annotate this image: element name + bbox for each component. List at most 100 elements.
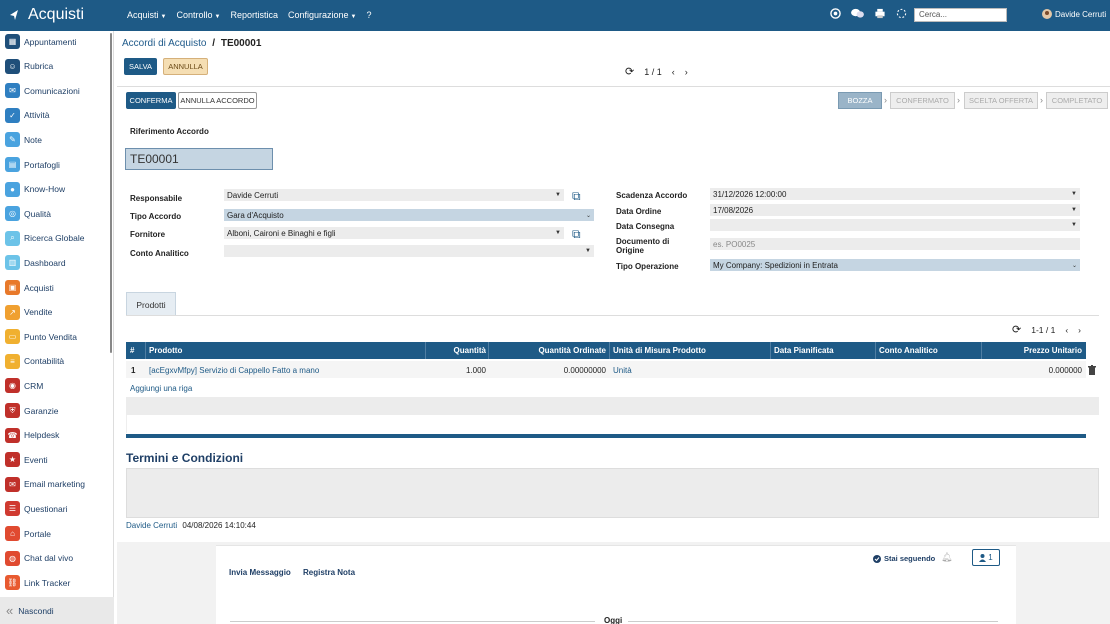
sidebar-item-know-how[interactable]: ● Know-How: [5, 181, 65, 197]
agreement-deadline-input[interactable]: 31/12/2026 12:00:00 ▼: [710, 188, 1080, 200]
lines-pager-value[interactable]: 1-1 / 1: [1031, 325, 1055, 335]
tab-products[interactable]: Prodotti: [126, 292, 176, 316]
pager-value[interactable]: 1 / 1: [644, 67, 662, 77]
col-quantity-ordered[interactable]: Quantità Ordinate: [538, 346, 606, 355]
top-menu-item[interactable]: Reportistica: [230, 10, 278, 20]
event-icon: ★: [5, 452, 20, 468]
followers-button[interactable]: 1: [972, 549, 1000, 566]
sidebar-item-eventi[interactable]: ★ Eventi: [5, 452, 48, 468]
ref-input[interactable]: TE00001: [125, 148, 273, 170]
confirm-button[interactable]: CONFERMA: [126, 92, 176, 109]
sidebar-item-acquisti[interactable]: ▣ Acquisti: [5, 280, 54, 295]
row-quantity[interactable]: 1.000: [466, 366, 486, 375]
col-number[interactable]: #: [130, 346, 134, 355]
sidebar-item-questionari[interactable]: ☰ Questionari: [5, 501, 68, 517]
status-completed[interactable]: COMPLETATO: [1046, 92, 1108, 109]
global-search-input[interactable]: Cerca...: [914, 8, 1007, 22]
chevron-right-icon[interactable]: ›: [1078, 325, 1081, 335]
save-button[interactable]: SALVA: [124, 58, 157, 75]
terms-textarea[interactable]: [126, 468, 1099, 518]
col-scheduled-date[interactable]: Data Pianificata: [774, 346, 834, 355]
sidebar-item-label: Questionari: [24, 503, 68, 514]
cancel-agreement-button[interactable]: ANNULLA ACCORDO: [178, 92, 257, 109]
user-menu[interactable]: Davide Cerruti: [1042, 9, 1106, 19]
top-menu-item[interactable]: ?: [366, 10, 371, 20]
caret-down-icon: ▼: [555, 230, 561, 236]
livechat-icon: ◍: [5, 550, 20, 566]
order-date-input[interactable]: 17/08/2026 ▼: [710, 204, 1080, 216]
add-line-link[interactable]: Aggiungi una riga: [130, 384, 192, 393]
sidebar-item-portale[interactable]: ⌂ Portale: [5, 526, 51, 541]
top-menu-item[interactable]: Controllo ▼: [176, 10, 220, 20]
print-icon[interactable]: [874, 8, 886, 19]
external-link-icon[interactable]: ⧉: [572, 227, 581, 242]
discard-button[interactable]: ANNULLA: [163, 58, 208, 75]
app-switcher[interactable]: Acquisti: [8, 6, 84, 24]
activity-spinner-icon[interactable]: [896, 8, 907, 19]
top-menu-item[interactable]: Configurazione ▼: [288, 10, 357, 20]
delivery-date-input[interactable]: ▼: [710, 219, 1080, 231]
col-product[interactable]: Prodotto: [149, 346, 182, 355]
agreement-type-select[interactable]: Gara d'Acquisto ⌄: [224, 209, 594, 221]
sidebar-item-dashboard[interactable]: ▥ Dashboard: [5, 255, 66, 271]
chevron-left-icon[interactable]: ‹: [672, 67, 675, 77]
origin-document-input[interactable]: es. PO0025: [710, 238, 1080, 250]
status-draft[interactable]: BOZZA: [838, 92, 882, 109]
analytic-account-select[interactable]: ▼: [224, 245, 594, 257]
today-separator: Oggi: [604, 616, 623, 624]
sidebar-item-portafogli[interactable]: ▤ Portafogli: [5, 157, 60, 172]
sidebar-item-note[interactable]: ✎ Note: [5, 132, 42, 148]
support-icon[interactable]: [830, 8, 841, 19]
signature-author[interactable]: Davide Cerruti: [126, 521, 177, 530]
sidebar-item-helpdesk[interactable]: ☎ Helpdesk: [5, 427, 59, 443]
table-row[interactable]: 1 [acEgxvMfpy] Servizio di Cappello Fatt…: [126, 361, 1086, 378]
sidebar-scrollbar[interactable]: [110, 33, 112, 353]
col-quantity[interactable]: Quantità: [454, 346, 486, 355]
sidebar-hide-button[interactable]: « Nascondi: [0, 597, 114, 624]
chevron-left-icon[interactable]: ‹: [1065, 325, 1068, 335]
log-note-button[interactable]: Registra Nota: [303, 568, 355, 577]
status-confirmed[interactable]: CONFERMATO: [890, 92, 955, 109]
col-unit-price[interactable]: Prezzo Unitario: [1024, 346, 1082, 355]
chevron-right-icon[interactable]: ›: [685, 67, 688, 77]
sidebar-hide-label: Nascondi: [18, 605, 54, 616]
top-menu-item[interactable]: Acquisti ▼: [127, 10, 166, 20]
status-offer-selection[interactable]: SCELTA OFFERTA: [964, 92, 1038, 109]
sidebar-item-email-marketing[interactable]: ✉ Email marketing: [5, 476, 85, 492]
sidebar-item-comunicazioni[interactable]: ✉ Comunicazioni: [5, 83, 80, 99]
sidebar-item-vendite[interactable]: ↗ Vendite: [5, 304, 53, 320]
double-chevron-left-icon: «: [6, 603, 14, 618]
sidebar-item-garanzie[interactable]: ⛨ Garanzie: [5, 403, 59, 418]
refresh-icon[interactable]: ⟳: [1012, 323, 1021, 336]
refresh-icon[interactable]: ⟳: [625, 65, 634, 78]
responsible-select[interactable]: Davide Cerruti ▼: [224, 189, 564, 201]
sidebar-item-appuntamenti[interactable]: ▦ Appuntamenti: [5, 34, 76, 49]
sidebar-item-rubrica[interactable]: ☺ Rubrica: [5, 58, 53, 74]
sidebar-item-attivit-[interactable]: ✓ Attività: [5, 107, 50, 123]
sidebar-item-label: Link Tracker: [24, 577, 71, 588]
row-uom[interactable]: Unità: [613, 366, 632, 375]
discuss-icon[interactable]: [851, 8, 864, 19]
supplier-select[interactable]: Alboni, Caironi e Binaghi e figli ▼: [224, 227, 564, 239]
following-toggle[interactable]: Stai seguendo: [873, 554, 935, 563]
sidebar-item-link-tracker[interactable]: ⛓ Link Tracker: [5, 575, 71, 591]
row-unit-price[interactable]: 0.000000: [1049, 366, 1082, 375]
sidebar-item-label: Vendite: [24, 307, 53, 318]
sidebar-item-chat-dal-vivo[interactable]: ◍ Chat dal vivo: [5, 550, 73, 566]
operation-type-select[interactable]: My Company: Spedizioni in Entrata ⌄: [710, 259, 1080, 271]
col-analytic-account[interactable]: Conto Analitico: [879, 346, 938, 355]
bell-icon[interactable]: 🔔︎: [941, 552, 952, 563]
sidebar-item-crm[interactable]: ◉ CRM: [5, 378, 43, 394]
sidebar-item-qualit-[interactable]: ◎ Qualità: [5, 206, 51, 222]
trash-icon[interactable]: [1088, 365, 1096, 375]
send-message-button[interactable]: Invia Messaggio: [229, 568, 291, 577]
sidebar-item-ricerca-globale[interactable]: ⌕ Ricerca Globale: [5, 230, 84, 246]
sidebar-item-punto-vendita[interactable]: ▭ Punto Vendita: [5, 329, 77, 345]
sidebar-item-contabilit-[interactable]: ≡ Contabilità: [5, 353, 64, 369]
col-uom[interactable]: Unità di Misura Prodotto: [613, 346, 706, 355]
responsible-label: Responsabile: [130, 194, 183, 203]
breadcrumb-parent[interactable]: Accordi di Acquisto: [122, 38, 207, 49]
external-link-icon[interactable]: ⧉: [572, 189, 581, 204]
row-product[interactable]: [acEgxvMfpy] Servizio di Cappello Fatto …: [149, 366, 319, 375]
terms-title: Termini e Condizioni: [126, 451, 244, 465]
